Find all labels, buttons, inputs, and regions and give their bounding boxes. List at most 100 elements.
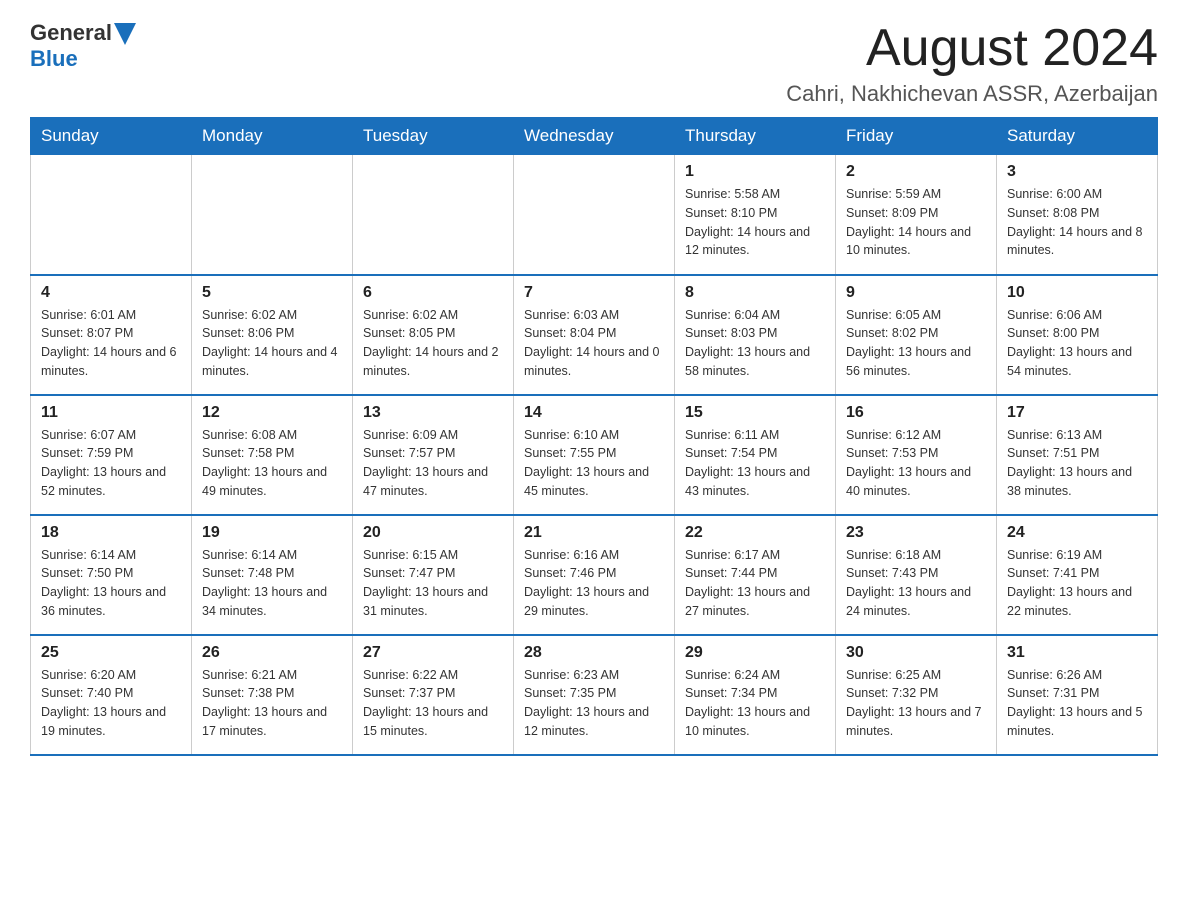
day-info-line: Sunset: 7:47 PM (363, 564, 503, 583)
day-info-line: Sunrise: 6:02 AM (363, 306, 503, 325)
day-number: 27 (363, 644, 503, 662)
day-info-line: Sunrise: 6:02 AM (202, 306, 342, 325)
calendar-header: Sunday Monday Tuesday Wednesday Thursday… (31, 118, 1158, 155)
calendar-cell: 28Sunrise: 6:23 AMSunset: 7:35 PMDayligh… (514, 635, 675, 755)
day-info-line: Daylight: 13 hours and 24 minutes. (846, 583, 986, 621)
logo-triangle-icon (114, 23, 136, 45)
col-wednesday: Wednesday (514, 118, 675, 155)
day-info-line: Daylight: 13 hours and 12 minutes. (524, 703, 664, 741)
col-tuesday: Tuesday (353, 118, 514, 155)
calendar-cell: 20Sunrise: 6:15 AMSunset: 7:47 PMDayligh… (353, 515, 514, 635)
day-number: 21 (524, 524, 664, 542)
calendar-cell: 17Sunrise: 6:13 AMSunset: 7:51 PMDayligh… (997, 395, 1158, 515)
day-info-line: Daylight: 14 hours and 2 minutes. (363, 343, 503, 381)
day-info-line: Sunset: 7:48 PM (202, 564, 342, 583)
day-info-line: Daylight: 14 hours and 10 minutes. (846, 223, 986, 261)
calendar-week-row: 18Sunrise: 6:14 AMSunset: 7:50 PMDayligh… (31, 515, 1158, 635)
calendar-week-row: 11Sunrise: 6:07 AMSunset: 7:59 PMDayligh… (31, 395, 1158, 515)
calendar-body: 1Sunrise: 5:58 AMSunset: 8:10 PMDaylight… (31, 155, 1158, 755)
day-info-line: Sunset: 7:46 PM (524, 564, 664, 583)
day-info-line: Sunset: 7:43 PM (846, 564, 986, 583)
calendar-cell: 16Sunrise: 6:12 AMSunset: 7:53 PMDayligh… (836, 395, 997, 515)
calendar-cell: 8Sunrise: 6:04 AMSunset: 8:03 PMDaylight… (675, 275, 836, 395)
day-info-line: Sunrise: 6:06 AM (1007, 306, 1147, 325)
day-info-line: Daylight: 13 hours and 43 minutes. (685, 463, 825, 501)
col-thursday: Thursday (675, 118, 836, 155)
day-info-line: Sunrise: 6:08 AM (202, 426, 342, 445)
calendar-cell: 4Sunrise: 6:01 AMSunset: 8:07 PMDaylight… (31, 275, 192, 395)
day-info-line: Sunset: 8:02 PM (846, 324, 986, 343)
day-info-line: Daylight: 13 hours and 56 minutes. (846, 343, 986, 381)
day-info-line: Daylight: 13 hours and 10 minutes. (685, 703, 825, 741)
day-number: 3 (1007, 163, 1147, 181)
location-title: Cahri, Nakhichevan ASSR, Azerbaijan (786, 81, 1158, 107)
calendar-cell: 22Sunrise: 6:17 AMSunset: 7:44 PMDayligh… (675, 515, 836, 635)
day-info-line: Sunrise: 6:03 AM (524, 306, 664, 325)
day-number: 6 (363, 284, 503, 302)
day-info-line: Daylight: 13 hours and 47 minutes. (363, 463, 503, 501)
day-number: 4 (41, 284, 181, 302)
day-number: 29 (685, 644, 825, 662)
calendar-cell (514, 155, 675, 275)
day-info-line: Daylight: 13 hours and 40 minutes. (846, 463, 986, 501)
day-info-line: Daylight: 13 hours and 34 minutes. (202, 583, 342, 621)
day-number: 31 (1007, 644, 1147, 662)
day-info-line: Daylight: 14 hours and 4 minutes. (202, 343, 342, 381)
day-info-line: Daylight: 13 hours and 7 minutes. (846, 703, 986, 741)
day-info-line: Sunset: 7:38 PM (202, 684, 342, 703)
calendar-cell: 2Sunrise: 5:59 AMSunset: 8:09 PMDaylight… (836, 155, 997, 275)
day-number: 23 (846, 524, 986, 542)
day-number: 8 (685, 284, 825, 302)
logo-blue: Blue (30, 46, 78, 72)
day-info-line: Sunrise: 6:09 AM (363, 426, 503, 445)
day-info-line: Daylight: 14 hours and 6 minutes. (41, 343, 181, 381)
calendar-cell: 26Sunrise: 6:21 AMSunset: 7:38 PMDayligh… (192, 635, 353, 755)
calendar-cell: 1Sunrise: 5:58 AMSunset: 8:10 PMDaylight… (675, 155, 836, 275)
day-info-line: Sunset: 7:32 PM (846, 684, 986, 703)
day-info-line: Sunset: 7:57 PM (363, 444, 503, 463)
day-info-line: Daylight: 14 hours and 8 minutes. (1007, 223, 1147, 261)
day-number: 15 (685, 404, 825, 422)
day-info-line: Sunset: 8:05 PM (363, 324, 503, 343)
calendar-cell: 5Sunrise: 6:02 AMSunset: 8:06 PMDaylight… (192, 275, 353, 395)
day-info-line: Sunset: 7:35 PM (524, 684, 664, 703)
day-number: 28 (524, 644, 664, 662)
day-number: 16 (846, 404, 986, 422)
day-number: 25 (41, 644, 181, 662)
day-info-line: Sunrise: 6:13 AM (1007, 426, 1147, 445)
day-number: 7 (524, 284, 664, 302)
day-info-line: Sunset: 7:58 PM (202, 444, 342, 463)
calendar-cell: 25Sunrise: 6:20 AMSunset: 7:40 PMDayligh… (31, 635, 192, 755)
day-info-line: Sunrise: 6:10 AM (524, 426, 664, 445)
day-info-line: Sunset: 8:09 PM (846, 204, 986, 223)
col-sunday: Sunday (31, 118, 192, 155)
col-saturday: Saturday (997, 118, 1158, 155)
calendar-cell: 12Sunrise: 6:08 AMSunset: 7:58 PMDayligh… (192, 395, 353, 515)
day-info-line: Sunset: 7:41 PM (1007, 564, 1147, 583)
calendar-week-row: 4Sunrise: 6:01 AMSunset: 8:07 PMDaylight… (31, 275, 1158, 395)
calendar-cell (31, 155, 192, 275)
days-of-week-row: Sunday Monday Tuesday Wednesday Thursday… (31, 118, 1158, 155)
day-info-line: Sunset: 7:37 PM (363, 684, 503, 703)
calendar-cell: 18Sunrise: 6:14 AMSunset: 7:50 PMDayligh… (31, 515, 192, 635)
calendar-cell: 14Sunrise: 6:10 AMSunset: 7:55 PMDayligh… (514, 395, 675, 515)
day-number: 1 (685, 163, 825, 181)
day-number: 26 (202, 644, 342, 662)
day-number: 10 (1007, 284, 1147, 302)
col-monday: Monday (192, 118, 353, 155)
calendar-cell: 23Sunrise: 6:18 AMSunset: 7:43 PMDayligh… (836, 515, 997, 635)
day-number: 9 (846, 284, 986, 302)
day-info-line: Sunset: 8:04 PM (524, 324, 664, 343)
day-info-line: Daylight: 13 hours and 54 minutes. (1007, 343, 1147, 381)
day-info-line: Sunset: 8:07 PM (41, 324, 181, 343)
day-info-line: Sunset: 8:00 PM (1007, 324, 1147, 343)
calendar-cell: 21Sunrise: 6:16 AMSunset: 7:46 PMDayligh… (514, 515, 675, 635)
day-info-line: Sunset: 7:44 PM (685, 564, 825, 583)
calendar-cell: 29Sunrise: 6:24 AMSunset: 7:34 PMDayligh… (675, 635, 836, 755)
day-info-line: Sunrise: 6:11 AM (685, 426, 825, 445)
day-info-line: Sunrise: 6:22 AM (363, 666, 503, 685)
month-title: August 2024 (786, 20, 1158, 77)
calendar-cell: 10 Sunrise: 6:06 AMSunset: 8:00 PMDayligh… (997, 275, 1158, 395)
calendar-week-row: 1Sunrise: 5:58 AMSunset: 8:10 PMDaylight… (31, 155, 1158, 275)
day-info-line: Sunrise: 6:00 AM (1007, 185, 1147, 204)
